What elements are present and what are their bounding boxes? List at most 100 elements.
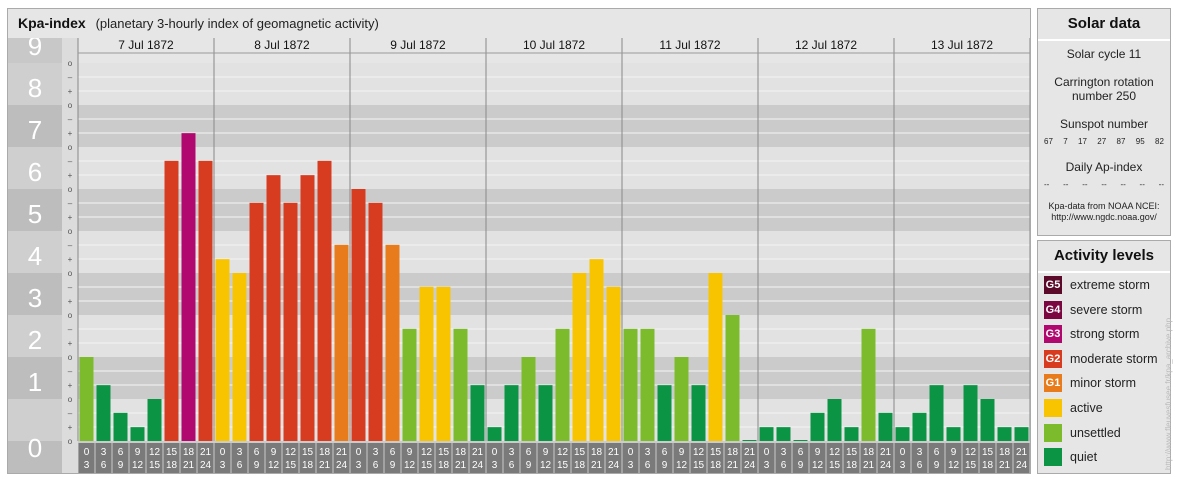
interval-start-label: 12: [285, 447, 297, 458]
kp-bar: [351, 189, 366, 441]
kp-bar: [555, 328, 570, 441]
interval-start-label: 18: [999, 447, 1011, 458]
interval-start-label: 12: [829, 447, 841, 458]
interval-start-label: 12: [965, 447, 977, 458]
sunspot-value: 95: [1135, 137, 1145, 146]
y-minor-label: –: [68, 367, 73, 376]
kp-bar: [436, 286, 451, 441]
kp-bar: [997, 427, 1012, 441]
activity-level-swatch: G3: [1044, 325, 1062, 344]
y-minor-label: o: [68, 311, 73, 320]
activity-level-item: G3 strong storm: [1044, 325, 1140, 344]
interval-start-label: 21: [200, 447, 212, 458]
interval-start-label: 12: [421, 447, 433, 458]
kp-bar: [96, 385, 111, 441]
activity-level-item: quiet: [1044, 448, 1097, 467]
kp-bar: [793, 440, 808, 441]
kp-bar: [640, 328, 655, 441]
interval-start-label: 15: [574, 447, 586, 458]
interval-start-label: 15: [166, 447, 178, 458]
interval-start-label: 18: [727, 447, 739, 458]
kp-bar: [385, 244, 400, 441]
activity-level-label: strong storm: [1070, 327, 1140, 342]
interval-end-label: 15: [557, 460, 569, 471]
interval-start-label: 0: [492, 447, 498, 458]
activity-level-item: G2 moderate storm: [1044, 349, 1158, 368]
interval-end-label: 6: [509, 460, 515, 471]
interval-start-label: 0: [764, 447, 770, 458]
y-minor-label: –: [68, 115, 73, 124]
chart-title: Kpa-index: [18, 15, 86, 31]
interval-start-label: 9: [543, 447, 549, 458]
kp-bar: [198, 160, 213, 442]
kp-bar: [674, 357, 689, 441]
kp-bar: [300, 175, 315, 441]
y-tick-label: 5: [28, 199, 42, 229]
interval-end-label: 9: [798, 460, 804, 471]
interval-end-label: 12: [948, 460, 960, 471]
kp-bar: [453, 328, 468, 441]
interval-end-label: 12: [132, 460, 144, 471]
kpa-bar-chart: 0123456789o+o–+o–+o–+o–+o–+o–+o–+o–+o–7 …: [8, 38, 1030, 473]
activity-level-item: G1 minor storm: [1044, 374, 1136, 393]
interval-start-label: 21: [880, 447, 892, 458]
sunspot-value: 7: [1063, 137, 1068, 146]
ap-index-value: --: [1158, 180, 1164, 189]
data-credit-link[interactable]: http://www.ngdc.noaa.gov/: [1038, 212, 1170, 223]
y-tick-label: 4: [28, 241, 42, 271]
interval-end-label: 15: [829, 460, 841, 471]
kp-bar: [419, 286, 434, 441]
activity-level-swatch: [1044, 448, 1062, 467]
y-tick-label: 7: [28, 115, 42, 145]
interval-end-label: 15: [285, 460, 297, 471]
kp-bar: [878, 412, 893, 441]
solar-data-title: Solar data: [1038, 9, 1170, 41]
y-minor-label: o: [68, 269, 73, 278]
interval-start-label: 21: [1016, 447, 1028, 458]
interval-start-label: 15: [982, 447, 994, 458]
interval-start-label: 21: [608, 447, 620, 458]
interval-end-label: 3: [84, 460, 90, 471]
y-tick-label: 1: [28, 367, 42, 397]
kp-bar: [1014, 427, 1029, 441]
kp-bar: [147, 399, 162, 441]
activity-level-swatch: G4: [1044, 300, 1062, 319]
interval-end-label: 3: [900, 460, 906, 471]
kp-bar: [895, 427, 910, 441]
interval-start-label: 3: [237, 447, 243, 458]
interval-end-label: 18: [438, 460, 450, 471]
interval-start-label: 21: [336, 447, 348, 458]
kp-bar: [79, 357, 94, 441]
interval-end-label: 9: [934, 460, 940, 471]
kp-bar: [759, 427, 774, 441]
kp-bar: [861, 328, 876, 441]
interval-end-label: 3: [220, 460, 226, 471]
y-minor-label: +: [68, 87, 73, 96]
activity-level-label: minor storm: [1070, 376, 1136, 391]
interval-end-label: 18: [710, 460, 722, 471]
ap-index-value: --: [1063, 180, 1069, 189]
interval-end-label: 6: [373, 460, 379, 471]
sunspot-value: 87: [1116, 137, 1126, 146]
activity-level-swatch: G1: [1044, 374, 1062, 393]
activity-levels-panel: Activity levels G5 extreme storm G4 severe …: [1037, 240, 1171, 474]
kp-bar: [538, 385, 553, 441]
interval-end-label: 24: [608, 460, 620, 471]
kp-bar: [742, 440, 757, 441]
kpa-chart-panel: Kpa-index (planetary 3-hourly index of g…: [7, 8, 1031, 474]
interval-start-label: 3: [509, 447, 515, 458]
interval-start-label: 6: [934, 447, 940, 458]
interval-start-label: 18: [863, 447, 875, 458]
interval-start-label: 12: [693, 447, 705, 458]
interval-start-label: 15: [302, 447, 314, 458]
interval-start-label: 0: [84, 447, 90, 458]
ap-index-values: -- -- -- -- -- -- --: [1038, 180, 1170, 189]
kp-bar: [368, 202, 383, 441]
interval-end-label: 12: [404, 460, 416, 471]
interval-start-label: 12: [557, 447, 569, 458]
interval-end-label: 15: [421, 460, 433, 471]
interval-start-label: 0: [356, 447, 362, 458]
interval-start-label: 21: [744, 447, 756, 458]
activity-level-item: unsettled: [1044, 423, 1121, 442]
y-band: [78, 147, 1030, 189]
